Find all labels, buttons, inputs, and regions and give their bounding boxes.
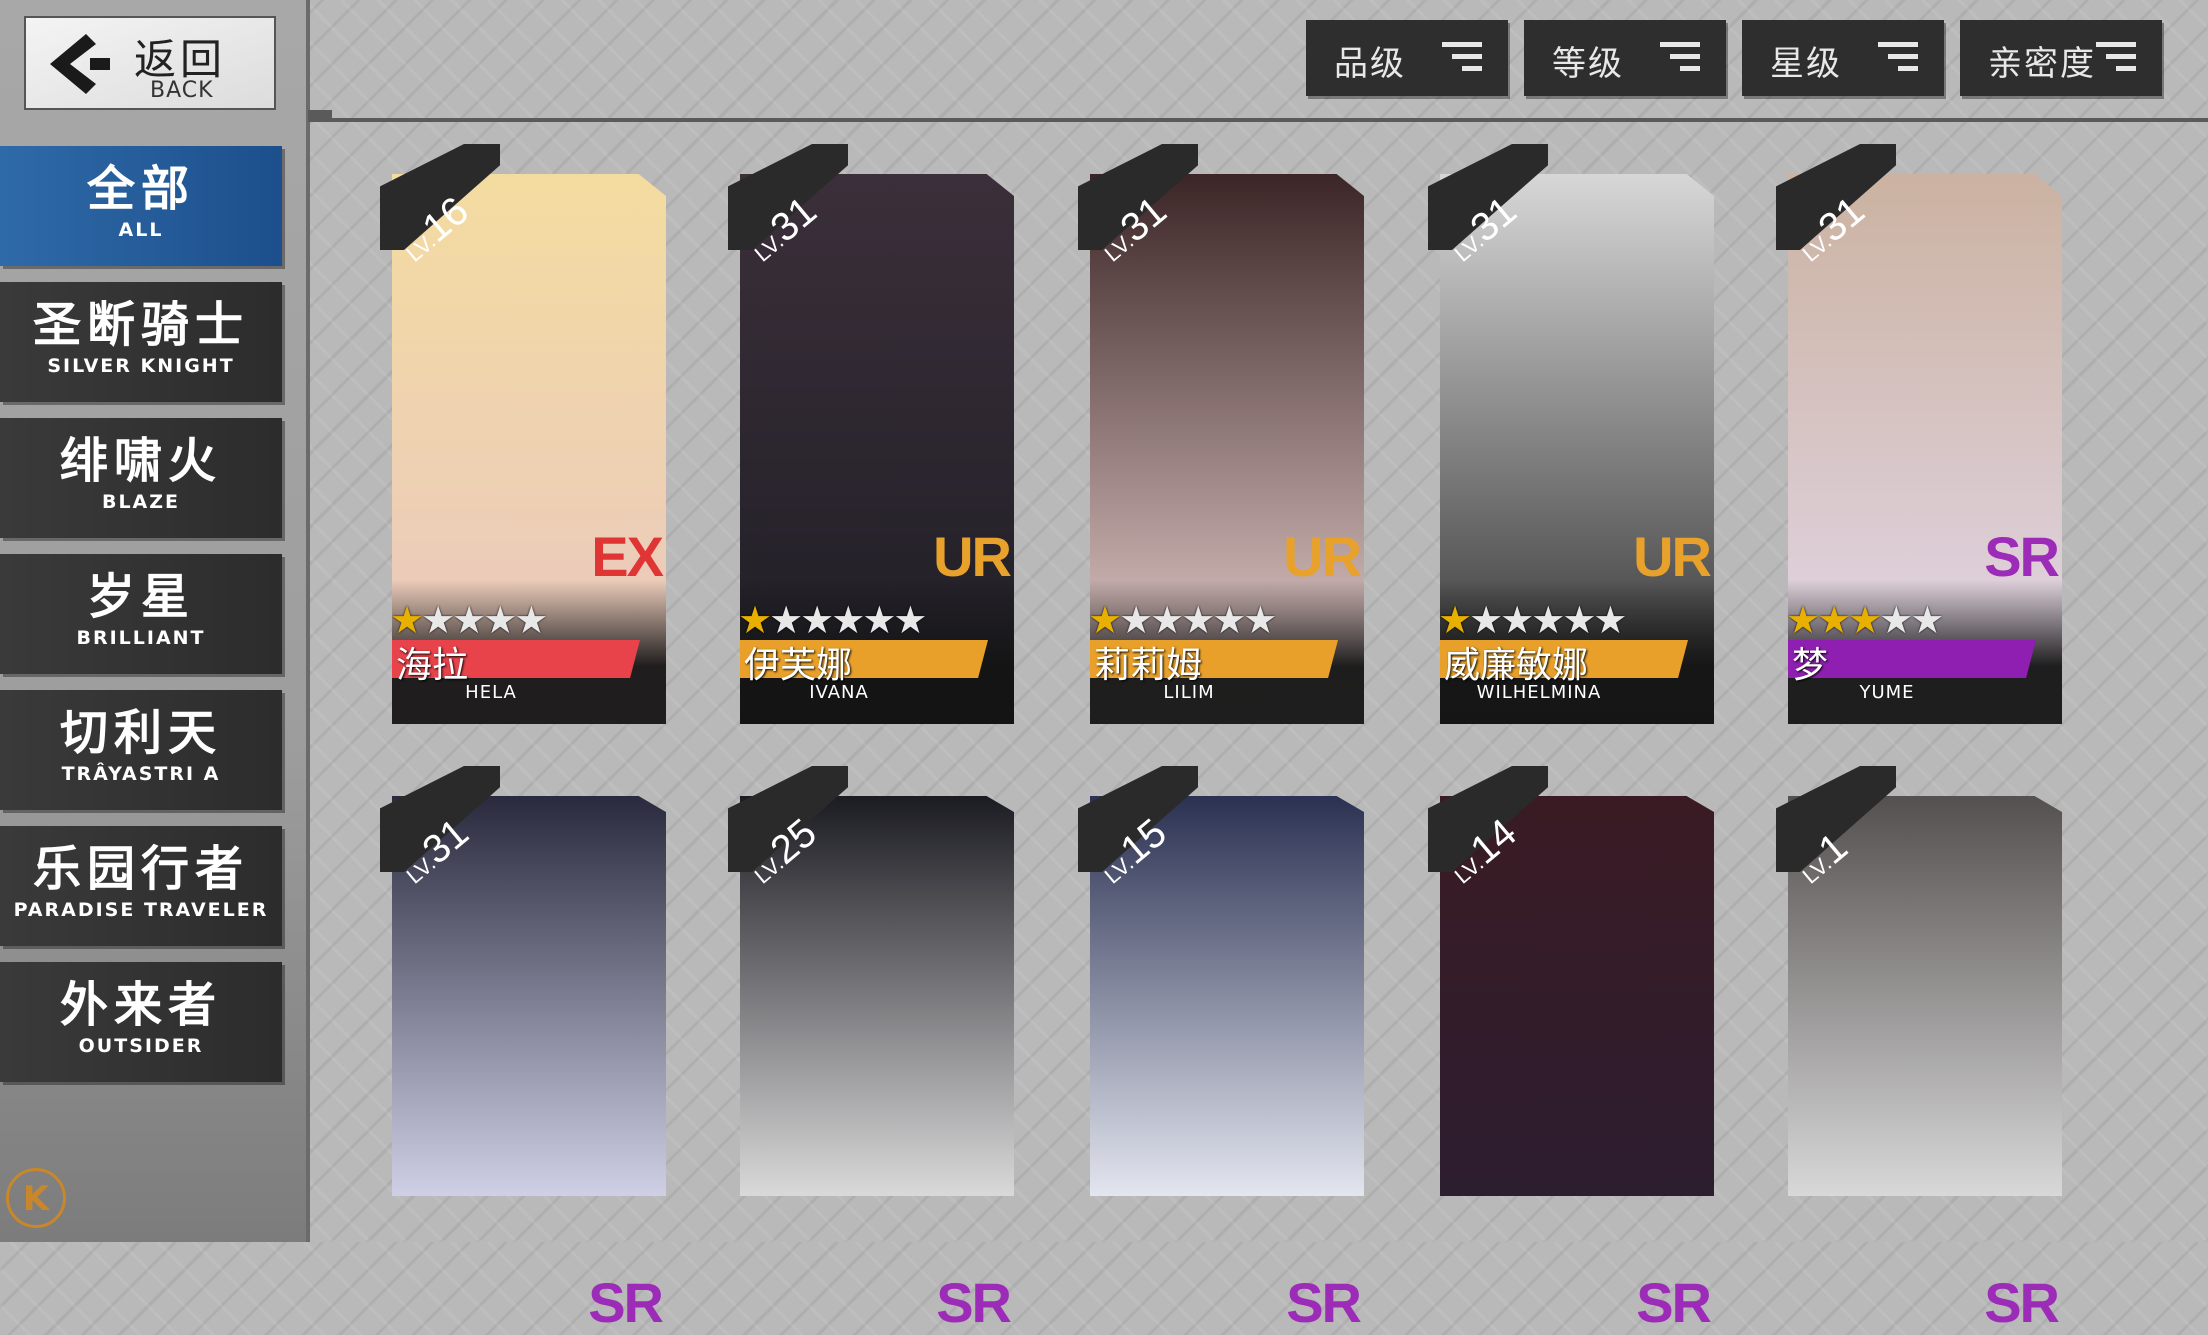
- character-name-en: LILIM: [1163, 682, 1215, 703]
- category-label: 切利天: [59, 705, 222, 761]
- character-name: 莉莉姆: [1094, 645, 1203, 686]
- star-icon: ★: [1212, 598, 1246, 642]
- category-label-en: ALL: [118, 219, 164, 241]
- sort-label: 亲密度: [1988, 44, 2096, 84]
- category-label: 岁星: [86, 569, 195, 625]
- back-arrow-icon: [50, 34, 110, 94]
- character-card[interactable]: LV.31 UR ★★★★★★ 莉莉姆 LILIM: [1074, 140, 1364, 724]
- sort-icon: [1660, 42, 1700, 74]
- star-icon: ★: [862, 598, 896, 642]
- category-label-en: PARADISE TRAVELER: [13, 899, 269, 921]
- star-icon: ★: [1243, 598, 1277, 642]
- back-label-en: BACK: [150, 78, 214, 103]
- character-card[interactable]: LV.25 SR: [724, 762, 1014, 1334]
- category-label-en: BRILLIANT: [76, 627, 206, 649]
- sort-label: 品级: [1334, 44, 1406, 84]
- category-tab[interactable]: 外来者 OUTSIDER: [0, 962, 282, 1082]
- star-icon: ★: [893, 598, 927, 642]
- rarity-badge: SR: [1984, 1271, 2060, 1334]
- sort-label: 星级: [1770, 44, 1842, 84]
- sidebar-divider: [306, 0, 310, 1242]
- character-name-en: YUME: [1859, 682, 1915, 703]
- sort-by-affinity-button[interactable]: 亲密度: [1960, 20, 2162, 96]
- character-name-en: HELA: [465, 682, 517, 703]
- sort-bar-divider-tick: [308, 110, 332, 122]
- star-icon: ★: [483, 598, 517, 642]
- category-label: 全部: [86, 161, 195, 217]
- character-card[interactable]: LV.14 SR: [1424, 762, 1714, 1334]
- rarity-badge: SR: [1636, 1271, 1712, 1334]
- category-tab[interactable]: 圣断骑士 SILVER KNIGHT: [0, 282, 282, 402]
- character-card[interactable]: LV.1 SR: [1772, 762, 2062, 1334]
- character-name: 威廉敏娜: [1444, 645, 1589, 686]
- category-label: 乐园行者: [32, 841, 249, 897]
- category-label: 外来者: [59, 977, 222, 1033]
- category-label: 绯啸火: [59, 433, 222, 489]
- rarity-badge: UR: [1283, 525, 1362, 588]
- category-tab[interactable]: 绯啸火 BLAZE: [0, 418, 282, 538]
- category-tab[interactable]: 切利天 TRÂYASTRI A: [0, 690, 282, 810]
- character-card[interactable]: LV.31 SR: [376, 762, 666, 1334]
- sort-icon: [1442, 42, 1482, 74]
- sort-by-grade-button[interactable]: 品级: [1306, 20, 1508, 96]
- character-name: 梦: [1792, 645, 1829, 686]
- category-label-en: SILVER KNIGHT: [47, 355, 235, 377]
- rarity-badge: SR: [1984, 525, 2060, 588]
- rarity-badge: SR: [1286, 1271, 1362, 1334]
- character-name-en: WILHELMINA: [1476, 682, 1602, 703]
- star-icon: ★: [1848, 598, 1882, 642]
- category-label: 圣断骑士: [32, 297, 249, 353]
- character-name: 海拉: [396, 645, 469, 686]
- category-tab[interactable]: 乐园行者 PARADISE TRAVELER: [0, 826, 282, 946]
- rarity-badge: UR: [933, 525, 1012, 588]
- category-label-en: BLAZE: [101, 491, 181, 513]
- star-icon: ★: [1879, 598, 1913, 642]
- category-tab[interactable]: 岁星 BRILLIANT: [0, 554, 282, 674]
- character-card[interactable]: LV.31 UR ★★★★★★ 威廉敏娜 WILHELMINA: [1424, 140, 1714, 724]
- category-tab[interactable]: 全部 ALL: [0, 146, 282, 266]
- character-card[interactable]: LV.15 SR: [1074, 762, 1364, 1334]
- sort-by-level-button[interactable]: 等级: [1524, 20, 1726, 96]
- sort-bar-divider: [308, 118, 2208, 122]
- character-card[interactable]: LV.31 UR ★★★★★★ 伊芙娜 IVANA: [724, 140, 1014, 724]
- character-name: 伊芙娜: [744, 645, 853, 686]
- rarity-badge: UR: [1633, 525, 1712, 588]
- sort-by-stars-button[interactable]: 星级: [1742, 20, 1944, 96]
- character-name-en: IVANA: [809, 682, 869, 703]
- star-icon: ★: [514, 598, 548, 642]
- star-icon: ★: [1593, 598, 1627, 642]
- character-card[interactable]: LV.31 SR ★★★★★ 梦 YUME: [1772, 140, 2062, 724]
- k-logo-icon[interactable]: K: [6, 1168, 66, 1228]
- sort-icon: [2096, 42, 2136, 74]
- sort-icon: [1878, 42, 1918, 74]
- category-label-en: OUTSIDER: [78, 1035, 204, 1057]
- character-card[interactable]: LV.16 EX ★★★★★ 海拉 HELA: [376, 140, 666, 724]
- back-button[interactable]: 返回 BACK: [24, 16, 276, 110]
- category-label-en: TRÂYASTRI A: [61, 763, 221, 785]
- sort-label: 等级: [1552, 44, 1624, 84]
- rarity-badge: SR: [936, 1271, 1012, 1334]
- star-icon: ★: [1910, 598, 1944, 642]
- rarity-badge: SR: [588, 1271, 664, 1334]
- rarity-badge: EX: [591, 525, 664, 588]
